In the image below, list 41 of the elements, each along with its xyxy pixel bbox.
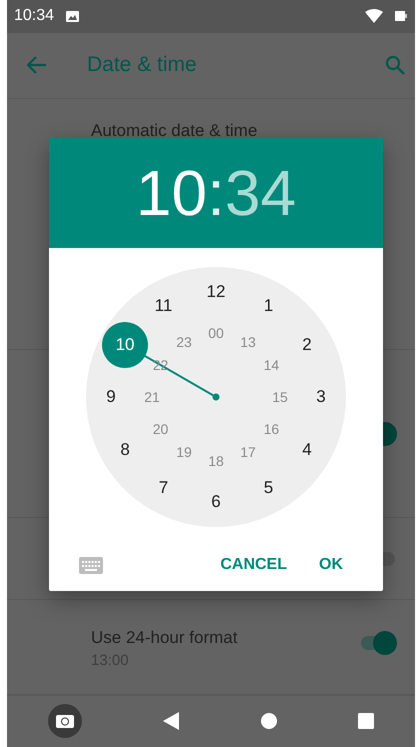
battery-icon bbox=[395, 11, 407, 22]
selection-circle bbox=[102, 322, 148, 368]
hour-number[interactable]: 11 bbox=[154, 296, 172, 316]
hour-number[interactable]: 2 bbox=[302, 334, 312, 354]
dialog-button[interactable]: CANCEL bbox=[208, 548, 299, 582]
hour-number[interactable]: 20 bbox=[152, 421, 168, 437]
hour-number[interactable]: 19 bbox=[176, 444, 192, 460]
hour-number[interactable]: 13 bbox=[240, 334, 256, 350]
home-icon[interactable] bbox=[260, 713, 277, 730]
dialog-button[interactable]: OK bbox=[307, 548, 355, 582]
hour-number[interactable]: 4 bbox=[302, 440, 312, 460]
hour-number[interactable]: 7 bbox=[158, 478, 168, 498]
hour-number[interactable]: 21 bbox=[144, 389, 160, 405]
hour-number[interactable]: 15 bbox=[272, 389, 288, 405]
hour-number[interactable]: 1 bbox=[264, 296, 274, 316]
wifi-icon bbox=[365, 9, 383, 24]
hour-number[interactable]: 8 bbox=[120, 440, 130, 460]
hour-number[interactable]: 9 bbox=[106, 387, 116, 407]
camera-icon[interactable] bbox=[48, 704, 82, 738]
setting-title: Automatic date & time bbox=[91, 120, 258, 141]
minute-display[interactable]: 34 bbox=[224, 156, 296, 230]
hour-number[interactable]: 17 bbox=[240, 444, 256, 460]
hour-number[interactable]: 6 bbox=[211, 492, 221, 512]
time-separator: : bbox=[207, 156, 225, 230]
hour-number[interactable]: 23 bbox=[176, 334, 192, 350]
hour-number[interactable]: 10 bbox=[116, 334, 135, 354]
hour-number[interactable]: 3 bbox=[316, 387, 326, 407]
hour-number[interactable]: 18 bbox=[208, 453, 224, 469]
back-icon[interactable] bbox=[163, 712, 180, 730]
hour-display[interactable]: 10 bbox=[136, 156, 208, 230]
hour-number[interactable]: 14 bbox=[264, 357, 280, 373]
hour-number[interactable]: 00 bbox=[208, 325, 224, 341]
overview-icon[interactable] bbox=[358, 713, 374, 730]
hour-number[interactable]: 5 bbox=[264, 478, 274, 498]
status-time: 10:34 bbox=[14, 7, 54, 26]
hour-number[interactable]: 16 bbox=[264, 421, 280, 437]
page-title: Date & time bbox=[87, 53, 198, 78]
toggle-switch[interactable] bbox=[359, 631, 397, 656]
hour-number[interactable]: 12 bbox=[206, 282, 226, 302]
setting-title: Use 24-hour format bbox=[91, 628, 238, 648]
image-notification-icon bbox=[66, 10, 80, 22]
